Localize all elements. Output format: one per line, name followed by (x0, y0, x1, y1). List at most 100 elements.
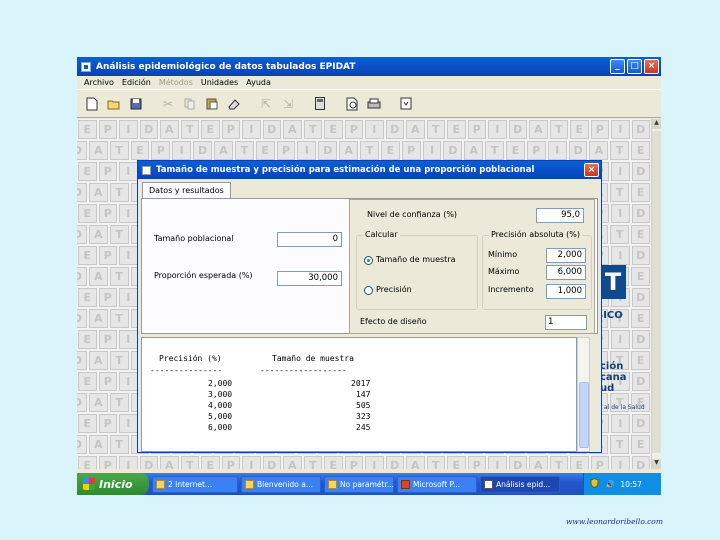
radio-precision[interactable] (364, 286, 373, 295)
confianza-input[interactable]: 95,0 (536, 208, 584, 223)
taskbar-item[interactable]: 2 Internet... (152, 475, 238, 493)
watermark-tile: I (119, 372, 138, 391)
zoom-in-icon[interactable]: ⇱ (255, 93, 277, 115)
taskbar-item[interactable]: Microsoft P... (397, 475, 477, 493)
watermark-tile: I (488, 120, 507, 139)
watermark-tile: D (139, 120, 158, 139)
watermark-tile: A (88, 351, 108, 370)
internet-explorer-icon (156, 479, 165, 489)
menu-metodos[interactable]: Métodos (155, 76, 197, 89)
tab-panel: Tamaño poblacional 0 Proporción esperada… (141, 198, 598, 334)
tab-datos-resultados[interactable]: Datos y resultados (142, 182, 231, 199)
results-scroll-thumb[interactable] (579, 382, 589, 448)
copy-icon[interactable] (179, 93, 201, 115)
clear-icon[interactable] (223, 93, 245, 115)
minimize-button[interactable]: _ (610, 59, 625, 74)
watermark-tile: D (443, 141, 463, 160)
scroll-up-arrow-icon[interactable]: ▲ (652, 119, 661, 129)
watermark-tile: T (303, 456, 322, 469)
taskbar-item-label: Microsoft P... (413, 479, 461, 489)
print-icon[interactable] (363, 93, 385, 115)
watermark-tile: D (631, 330, 650, 349)
watermark-tile: T (485, 141, 505, 160)
result-precision: 4,000 (208, 401, 233, 410)
dialog-titlebar[interactable]: Tamaño de muestra y precisión para estim… (138, 161, 601, 179)
watermark-tile: I (119, 456, 138, 469)
results-scrollbar[interactable] (577, 337, 590, 452)
watermark-tile: A (88, 225, 108, 244)
watermark-tile: D (77, 141, 87, 160)
watermark-tile: A (283, 120, 302, 139)
watermark-tile: D (508, 456, 527, 469)
watermark-tile: T (303, 120, 322, 139)
results-panel[interactable]: Precisión (%) Tamaño de muestra --------… (141, 337, 577, 452)
proporcion-input[interactable]: 30,000 (277, 271, 342, 286)
watermark-tile: A (88, 309, 108, 328)
result-precision: 6,000 (208, 423, 233, 432)
watermark-tile: T (109, 267, 129, 286)
help-icon[interactable] (395, 93, 417, 115)
cut-icon[interactable]: ✂ (157, 93, 179, 115)
watermark-tile: D (385, 456, 404, 469)
open-icon[interactable] (103, 93, 125, 115)
scroll-down-arrow-icon[interactable]: ▼ (652, 459, 661, 469)
save-icon[interactable] (125, 93, 147, 115)
radio-tamano-muestra[interactable] (364, 256, 373, 265)
preview-icon[interactable] (341, 93, 363, 115)
watermark-tile: D (318, 141, 338, 160)
shield-icon[interactable] (590, 477, 599, 490)
taskbar-item[interactable]: Bienvenido a... (241, 475, 321, 493)
results-dashes-right: ------------------ (260, 366, 347, 375)
new-file-icon[interactable] (81, 93, 103, 115)
watermark-tile: D (631, 120, 650, 139)
results-header-tamano: Tamaño de muestra (272, 354, 354, 363)
paste-icon[interactable] (201, 93, 223, 115)
watermark-tile: E (130, 141, 150, 160)
incremento-input[interactable]: 1,000 (546, 284, 586, 299)
start-button[interactable]: Inicio (77, 473, 149, 495)
dialog-app-icon (142, 165, 151, 175)
calculator-icon[interactable] (309, 93, 331, 115)
watermark-tile: E (78, 372, 97, 391)
clock[interactable]: 10:57 (620, 480, 642, 489)
watermark-tile: P (151, 141, 171, 160)
volume-icon[interactable]: 🔊 (605, 480, 614, 489)
watermark-tile: I (242, 456, 261, 469)
logo-org-text: ción cana ud (600, 361, 627, 394)
close-button[interactable]: × (644, 59, 659, 74)
watermark-tile: A (88, 141, 108, 160)
watermark-tile: P (467, 120, 486, 139)
logo-org-line: cana (600, 372, 627, 383)
results-dashes-left: --------------- (150, 366, 223, 375)
dialog-close-button[interactable]: × (584, 163, 599, 177)
main-vertical-scrollbar[interactable]: ▲ ▼ (651, 119, 661, 469)
watermark-tile: T (610, 225, 630, 244)
menu-unidades[interactable]: Unidades (197, 76, 242, 89)
watermark-tile: T (234, 141, 254, 160)
poblacional-input[interactable]: 0 (277, 232, 342, 247)
taskbar-item-active[interactable]: Análisis epid... (480, 475, 560, 493)
app-titlebar[interactable]: Análisis epidemiológico de datos tabulad… (77, 57, 661, 76)
watermark-tile: E (631, 435, 651, 454)
watermark-tile: A (88, 435, 108, 454)
minimo-input[interactable]: 2,000 (546, 248, 586, 263)
zoom-out-icon[interactable]: ⇲ (277, 93, 299, 115)
watermark-tile: D (508, 120, 527, 139)
taskbar-item[interactable]: No paramétr... (324, 475, 394, 493)
watermark-tile: E (447, 120, 466, 139)
menu-edicion[interactable]: Edición (118, 76, 155, 89)
watermark-tile: E (78, 204, 97, 223)
scroll-thumb[interactable] (652, 131, 661, 453)
calcular-group: Calcular (356, 230, 478, 310)
app-window-icon (328, 479, 337, 489)
efecto-input[interactable]: 1 (545, 315, 587, 330)
maximize-button[interactable]: □ (627, 59, 642, 74)
windows-flag-icon (83, 478, 95, 490)
watermark-tile: D (193, 141, 213, 160)
watermark-tile: P (590, 456, 609, 469)
menu-ayuda[interactable]: Ayuda (242, 76, 275, 89)
watermark-tile: I (119, 162, 138, 181)
maximo-input[interactable]: 6,000 (546, 265, 586, 280)
watermark-tile: A (88, 183, 108, 202)
menu-archivo[interactable]: Archivo (80, 76, 118, 89)
